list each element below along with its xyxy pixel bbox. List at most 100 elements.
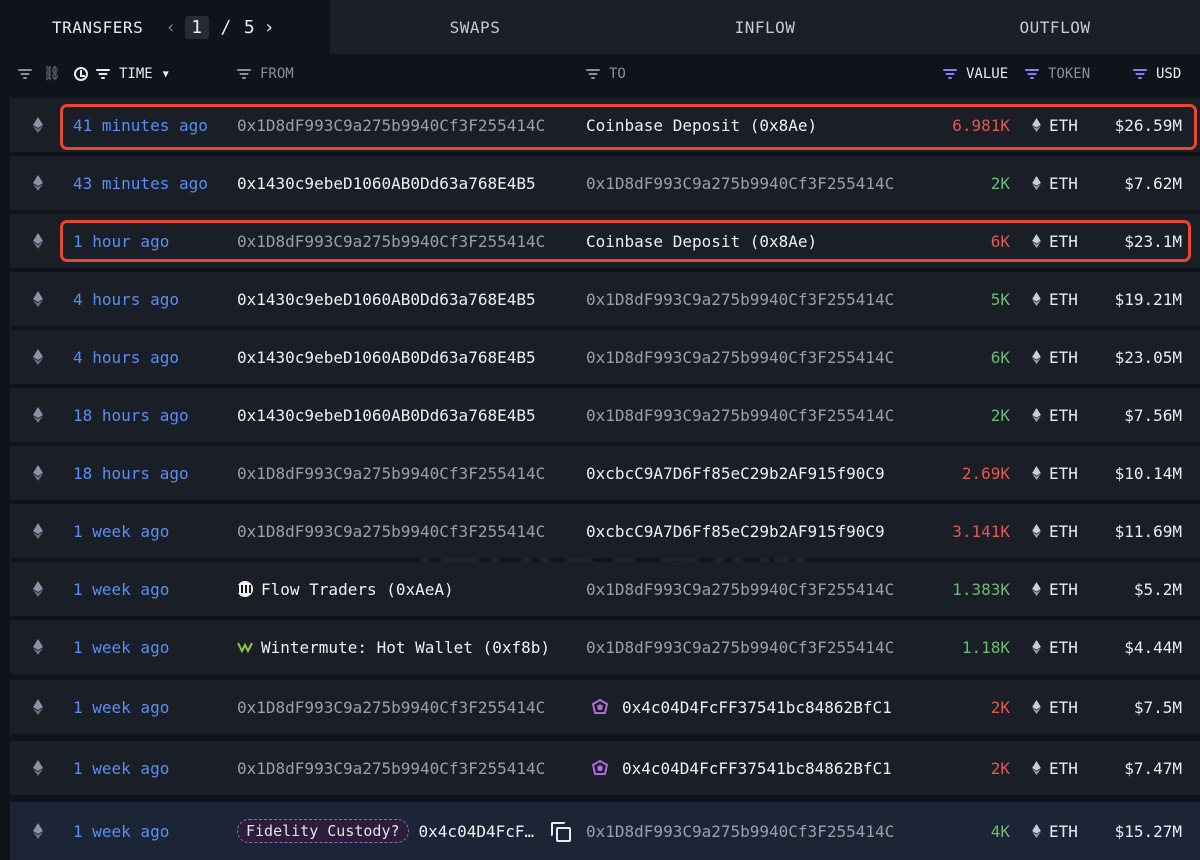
to-address-text: 0xcbcC9A7D6Ff85eC29b2AF915f90C9 <box>586 463 885 483</box>
from-address[interactable]: 0x1430c9ebeD1060AB0Dd63a768E4B5 <box>237 330 577 384</box>
to-address[interactable]: 0x1D8dF993C9a275b9940Cf3F255414C <box>586 388 926 442</box>
from-address[interactable]: 0x1D8dF993C9a275b9940Cf3F255414C <box>237 741 577 795</box>
time-link[interactable]: 1 week ago <box>73 680 238 734</box>
page-separator: / <box>220 16 232 38</box>
tab-transfers[interactable]: TRANSFERS ‹ 1 / 5 › <box>0 0 330 54</box>
from-address[interactable]: 0x1D8dF993C9a275b9940Cf3F255414C <box>237 98 577 152</box>
tab-swaps-label: SWAPS <box>449 17 501 37</box>
table-row[interactable]: 4 hours ago 0x1430c9ebeD1060AB0Dd63a768E… <box>10 272 1200 326</box>
table-row[interactable]: 18 hours ago 0x1D8dF993C9a275b9940Cf3F25… <box>10 446 1200 500</box>
current-page: 1 <box>185 15 209 39</box>
to-address-text: 0x1D8dF993C9a275b9940Cf3F255414C <box>586 579 895 599</box>
clock-icon <box>74 67 88 81</box>
table-row[interactable]: 1 week ago 0x1D8dF993C9a275b9940Cf3F2554… <box>10 741 1200 795</box>
token-symbol: ETH <box>1049 821 1078 841</box>
table-row[interactable]: 1 week ago Flow Traders (0xAeA) 0x1D8dF9… <box>10 562 1200 616</box>
tab-swaps[interactable]: SWAPS <box>330 0 620 54</box>
table-row[interactable]: 1 week ago 0x1D8dF993C9a275b9940Cf3F2554… <box>10 680 1200 734</box>
from-address[interactable]: 0x1430c9ebeD1060AB0Dd63a768E4B5 <box>237 156 577 210</box>
table-row[interactable]: 41 minutes ago 0x1D8dF993C9a275b9940Cf3F… <box>10 98 1200 152</box>
value-amount: 4K <box>990 821 1010 841</box>
copy-icon[interactable] <box>550 822 571 842</box>
to-entity[interactable]: Coinbase Deposit (0x8Ae) <box>586 214 926 268</box>
to-column-header[interactable]: TO <box>586 54 626 94</box>
entity-tag-pill[interactable]: Fidelity Custody? <box>237 819 409 843</box>
from-address-text: 0x1D8dF993C9a275b9940Cf3F255414C <box>237 463 546 483</box>
from-address[interactable]: 0x1430c9ebeD1060AB0Dd63a768E4B5 <box>237 272 577 326</box>
usd-column-header[interactable]: USD <box>1133 54 1181 94</box>
usd-amount: $7.56M <box>1124 405 1182 425</box>
time-filter-icon[interactable] <box>96 69 110 79</box>
ethereum-chain-icon <box>32 156 44 210</box>
table-row[interactable]: 1 hour ago 0x1D8dF993C9a275b9940Cf3F2554… <box>10 214 1200 268</box>
ethereum-chain-icon <box>32 620 44 674</box>
to-address[interactable]: 0x1D8dF993C9a275b9940Cf3F255414C <box>586 802 926 860</box>
value-column-header[interactable]: VALUE <box>943 54 1008 94</box>
time-link[interactable]: 41 minutes ago <box>73 98 238 152</box>
from-address-text: 0x1D8dF993C9a275b9940Cf3F255414C <box>237 521 546 541</box>
to-filter-icon[interactable] <box>586 69 600 79</box>
token-symbol: ETH <box>1049 521 1078 541</box>
time-link[interactable]: 1 week ago <box>73 620 238 674</box>
to-address[interactable]: 0x1D8dF993C9a275b9940Cf3F255414C <box>586 330 926 384</box>
from-address[interactable]: 0x1D8dF993C9a275b9940Cf3F255414C <box>237 504 577 558</box>
table-row[interactable]: 43 minutes ago 0x1430c9ebeD1060AB0Dd63a7… <box>10 156 1200 210</box>
to-address[interactable]: 0xcbcC9A7D6Ff85eC29b2AF915f90C9 <box>586 446 926 500</box>
usd-filter-icon[interactable] <box>1133 69 1147 79</box>
from-entity[interactable]: Flow Traders (0xAeA) <box>237 562 577 616</box>
from-entity[interactable]: Fidelity Custody? 0x4c04D4FcFF37541bc848… <box>237 802 577 860</box>
table-row[interactable]: 1 week ago Fidelity Custody? 0x4c04D4FcF… <box>10 802 1200 860</box>
time-link[interactable]: 4 hours ago <box>73 330 238 384</box>
table-row[interactable]: 1 week ago 0x1D8dF993C9a275b9940Cf3F2554… <box>10 504 1200 558</box>
to-address[interactable]: 0x1D8dF993C9a275b9940Cf3F255414C <box>586 272 926 326</box>
from-address[interactable]: 0x1D8dF993C9a275b9940Cf3F255414C <box>237 680 577 734</box>
flow-traders-logo-icon <box>237 581 253 597</box>
time-link[interactable]: 1 week ago <box>73 741 238 795</box>
to-address-text: 0x1D8dF993C9a275b9940Cf3F255414C <box>586 173 895 193</box>
to-address-text: 0x1D8dF993C9a275b9940Cf3F255414C <box>586 405 895 425</box>
to-address[interactable]: 0x1D8dF993C9a275b9940Cf3F255414C <box>586 562 926 616</box>
to-address[interactable]: 0x4c04D4FcFF37541bc84862BfC1 <box>586 741 926 795</box>
time-link[interactable]: 18 hours ago <box>73 388 238 442</box>
link-icon[interactable]: ⛓ <box>43 66 61 82</box>
value-amount: 2K <box>990 758 1010 778</box>
to-entity[interactable]: Coinbase Deposit (0x8Ae) <box>586 98 926 152</box>
from-address-text: 0x4c04D4FcFF37541bc84862BfC1 <box>418 821 539 841</box>
prev-page-button[interactable]: ‹ <box>163 17 179 38</box>
to-address[interactable]: 0x1D8dF993C9a275b9940Cf3F255414C <box>586 620 926 674</box>
token-symbol: ETH <box>1049 405 1078 425</box>
to-address[interactable]: 0xcbcC9A7D6Ff85eC29b2AF915f90C9 <box>586 504 926 558</box>
table-row[interactable]: 18 hours ago 0x1430c9ebeD1060AB0Dd63a768… <box>10 388 1200 442</box>
table-row[interactable]: 1 week ago Wintermute: Hot Wallet (0xf8b… <box>10 620 1200 674</box>
value-filter-icon[interactable] <box>943 69 957 79</box>
from-address[interactable]: 0x1D8dF993C9a275b9940Cf3F255414C <box>237 214 577 268</box>
chain-filter[interactable]: ⛓ <box>18 54 61 94</box>
time-column-header[interactable]: TIME ▼ <box>74 54 169 94</box>
time-link[interactable]: 4 hours ago <box>73 272 238 326</box>
time-link[interactable]: 18 hours ago <box>73 446 238 500</box>
time-link[interactable]: 43 minutes ago <box>73 156 238 210</box>
filter-icon[interactable] <box>18 69 32 79</box>
time-link[interactable]: 1 week ago <box>73 562 238 616</box>
sort-caret-icon[interactable]: ▼ <box>163 69 169 80</box>
tab-inflow[interactable]: INFLOW <box>620 0 910 54</box>
time-link[interactable]: 1 week ago <box>73 802 238 860</box>
usd-amount: $11.69M <box>1114 521 1182 541</box>
next-page-button[interactable]: › <box>261 17 277 38</box>
from-address[interactable]: 0x1430c9ebeD1060AB0Dd63a768E4B5 <box>237 388 577 442</box>
token-column-header[interactable]: TOKEN <box>1025 54 1090 94</box>
table-row[interactable]: 4 hours ago 0x1430c9ebeD1060AB0Dd63a768E… <box>10 330 1200 384</box>
from-entity[interactable]: Wintermute: Hot Wallet (0xf8b) <box>237 620 577 674</box>
eth-token-icon <box>1032 466 1041 480</box>
ethereum-chain-icon <box>32 330 44 384</box>
from-filter-icon[interactable] <box>237 69 251 79</box>
ethereum-chain-icon <box>32 272 44 326</box>
from-column-header[interactable]: FROM <box>237 54 294 94</box>
to-address[interactable]: 0x4c04D4FcFF37541bc84862BfC1 <box>586 680 926 734</box>
time-link[interactable]: 1 week ago <box>73 504 238 558</box>
tab-outflow[interactable]: OUTFLOW <box>910 0 1200 54</box>
time-link[interactable]: 1 hour ago <box>73 214 238 268</box>
to-address[interactable]: 0x1D8dF993C9a275b9940Cf3F255414C <box>586 156 926 210</box>
from-address[interactable]: 0x1D8dF993C9a275b9940Cf3F255414C <box>237 446 577 500</box>
token-filter-icon[interactable] <box>1025 69 1039 79</box>
